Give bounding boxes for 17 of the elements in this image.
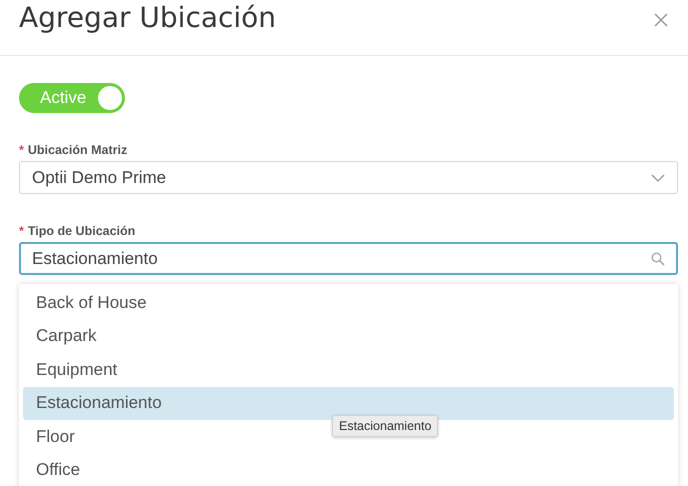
select-field[interactable]: Optii Demo Prime [19,161,678,194]
field-label: Ubicación Matriz [28,143,128,157]
dialog-title: Agregar Ubicación [19,1,276,34]
close-icon[interactable] [653,12,669,28]
required-mark: * [19,143,24,157]
dropdown-option[interactable]: Floor [23,420,83,454]
field-label: Tipo de Ubicación [28,224,136,238]
chevron-down-icon [651,174,665,182]
dropdown-option[interactable]: Office [23,454,88,486]
tooltip: Estacionamiento [332,415,438,437]
required-mark: * [19,224,24,238]
dropdown-option[interactable]: Back of House [23,286,155,320]
dropdown-option[interactable]: Carpark [23,320,104,353]
search-icon [651,252,665,266]
dropdown-option[interactable]: Equipment [23,353,126,386]
search-field[interactable]: Estacionamiento [19,242,678,275]
dropdown-option[interactable]: Estacionamiento [23,386,674,420]
